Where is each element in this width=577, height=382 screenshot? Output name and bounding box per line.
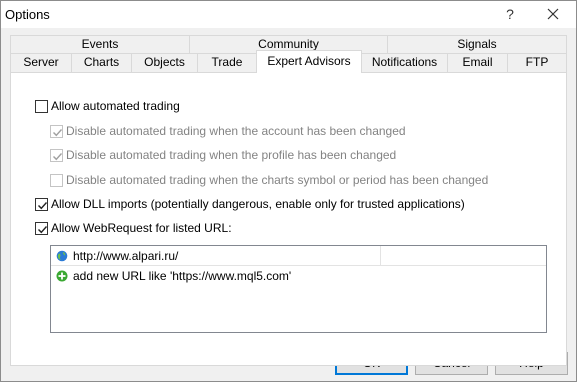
tab-notifications[interactable]: Notifications [361,53,448,72]
dialog-client: Events Community Signals Server Charts O… [1,28,576,381]
add-url-item[interactable]: add new URL like 'https://www.mql5.com' [51,266,546,286]
option-label: Disable automated trading when the profi… [66,148,397,162]
tab-ftp[interactable]: FTP [507,53,567,72]
option-allow-dll-imports[interactable]: Allow DLL imports (potentially dangerous… [35,196,465,212]
checkbox-disable-on-symbol-change [50,173,63,187]
help-icon[interactable]: ? [498,3,522,25]
tab-signals[interactable]: Signals [387,35,567,54]
add-url-text: add new URL like 'https://www.mql5.com' [73,269,292,283]
option-disable-on-profile-change: Disable automated trading when the profi… [50,147,396,163]
add-icon [56,270,68,282]
url-list-item[interactable]: http://www.alpari.ru/ [51,246,546,266]
tab-objects[interactable]: Objects [131,53,198,72]
option-disable-on-symbol-change: Disable automated trading when the chart… [50,172,488,188]
checkbox-allow-webrequest[interactable] [35,221,48,235]
options-dialog: Options ? Events Community Signals Serve… [0,0,577,382]
window-title: Options [5,7,50,22]
tab-expert-advisors[interactable]: Expert Advisors [256,50,362,73]
tab-email[interactable]: Email [447,53,508,72]
globe-icon [56,250,68,261]
expert-advisors-panel: Allow automated trading Disable automate… [10,72,567,366]
tab-trade[interactable]: Trade [197,53,257,72]
option-label: Disable automated trading when the accou… [66,124,406,138]
checkbox-allow-dll-imports[interactable] [35,197,48,211]
option-label: Allow DLL imports (potentially dangerous… [51,197,465,211]
title-bar: Options ? [1,1,576,28]
option-allow-automated-trading[interactable]: Allow automated trading [35,98,180,114]
tab-events[interactable]: Events [10,35,190,54]
option-label: Allow WebRequest for listed URL: [51,221,232,235]
url-list[interactable]: http://www.alpari.ru/ add new URL like '… [50,245,547,333]
option-disable-on-account-change: Disable automated trading when the accou… [50,123,406,139]
option-allow-webrequest[interactable]: Allow WebRequest for listed URL: [35,220,232,236]
tab-server[interactable]: Server [10,53,72,72]
option-label: Allow automated trading [51,99,180,113]
checkbox-disable-on-profile-change [50,148,63,162]
option-label: Disable automated trading when the chart… [66,173,489,187]
close-icon[interactable] [539,3,567,25]
checkbox-disable-on-account-change [50,124,63,138]
url-text: http://www.alpari.ru/ [73,248,179,263]
tab-charts[interactable]: Charts [71,53,132,72]
checkbox-allow-automated-trading[interactable] [35,99,48,113]
column-divider [380,246,381,266]
